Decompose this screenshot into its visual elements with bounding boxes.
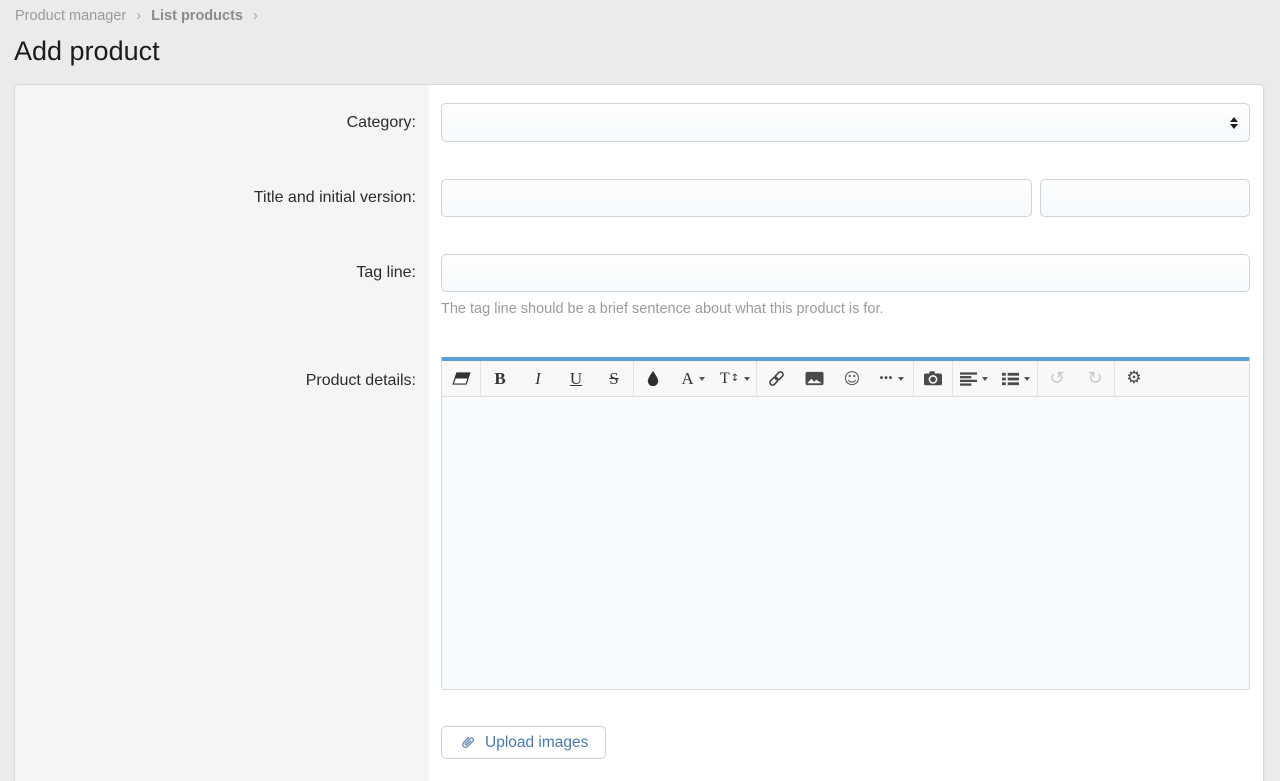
chevron-down-icon [699, 377, 705, 381]
alignment-button[interactable] [953, 361, 995, 396]
rich-text-editor: B I U S A T ↕ [441, 357, 1250, 690]
list-button[interactable] [995, 361, 1037, 396]
paperclip-icon [459, 734, 476, 751]
category-row: Category: [15, 103, 1263, 142]
chevron-down-icon [982, 377, 988, 381]
smiley-icon: ☺ [844, 371, 861, 387]
chevron-down-icon [1024, 377, 1030, 381]
tagline-label: Tag line: [15, 254, 429, 317]
title-input[interactable] [441, 179, 1032, 217]
redo-button[interactable]: ↻ [1076, 361, 1114, 396]
version-input[interactable] [1040, 179, 1250, 217]
breadcrumb-item-list-products[interactable]: List products [151, 8, 243, 24]
select-stepper-icon [1230, 117, 1238, 129]
gear-icon: ⚙ [1126, 370, 1141, 387]
category-label: Category: [15, 103, 429, 142]
emoji-button[interactable]: ☺ [833, 361, 871, 396]
link-icon [767, 369, 786, 388]
category-select[interactable] [441, 103, 1250, 142]
underline-button[interactable]: U [557, 361, 595, 396]
droplet-icon [647, 371, 659, 386]
camera-icon [924, 371, 942, 386]
page-title: Add product [14, 36, 1280, 66]
image-icon [805, 371, 824, 386]
editor-content[interactable] [442, 397, 1249, 689]
undo-icon: ↺ [1049, 370, 1064, 388]
ellipsis-icon: ••• [880, 373, 894, 384]
tagline-input[interactable] [441, 254, 1250, 292]
italic-button[interactable]: I [519, 361, 557, 396]
text-color-button[interactable] [634, 361, 672, 396]
bold-button[interactable]: B [481, 361, 519, 396]
add-product-form-card: Category: Title and initial version: Tag… [14, 84, 1264, 781]
eraser-icon [452, 372, 471, 385]
camera-button[interactable] [914, 361, 952, 396]
tagline-row: Tag line: The tag line should be a brief… [15, 254, 1263, 317]
font-size-arrow-icon: ↕ [731, 373, 739, 384]
title-version-row: Title and initial version: [15, 179, 1263, 217]
upload-row: Upload images [441, 726, 1250, 759]
insert-picture-button[interactable] [795, 361, 833, 396]
editor-toolbar: B I U S A T ↕ [442, 361, 1249, 397]
font-size-button[interactable]: T ↕ [714, 361, 756, 396]
more-options-button[interactable]: ••• [871, 361, 913, 396]
align-left-icon [960, 372, 977, 386]
strikethrough-button[interactable]: S [595, 361, 633, 396]
upload-images-button[interactable]: Upload images [441, 726, 606, 759]
font-family-glyph: A [681, 369, 693, 389]
remove-format-button[interactable] [442, 361, 480, 396]
breadcrumb-separator: › [253, 8, 258, 24]
product-details-label: Product details: [15, 357, 429, 759]
title-version-label: Title and initial version: [15, 179, 429, 217]
list-icon [1002, 372, 1019, 386]
redo-icon: ↻ [1087, 370, 1102, 388]
upload-images-label: Upload images [485, 734, 588, 752]
undo-button[interactable]: ↺ [1038, 361, 1076, 396]
breadcrumb: Product manager › List products › [0, 0, 1280, 24]
editor-settings-button[interactable]: ⚙ [1115, 361, 1153, 396]
chevron-down-icon [898, 377, 904, 381]
insert-link-button[interactable] [757, 361, 795, 396]
chevron-down-icon [744, 377, 750, 381]
breadcrumb-item-product-manager[interactable]: Product manager [15, 8, 126, 24]
font-family-button[interactable]: A [672, 361, 714, 396]
breadcrumb-separator: › [136, 8, 141, 24]
font-size-glyph: T [720, 370, 730, 388]
product-details-row: Product details: B I U S [15, 357, 1263, 759]
tagline-help-text: The tag line should be a brief sentence … [441, 301, 1250, 317]
